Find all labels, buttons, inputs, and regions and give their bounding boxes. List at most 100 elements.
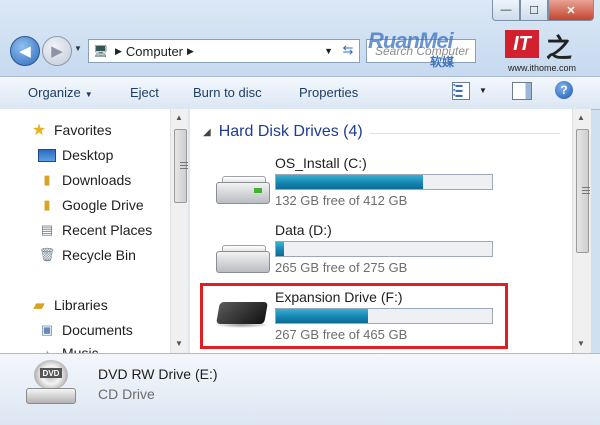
nav-item-recent-places[interactable]: ▤ Recent Places [38,222,152,238]
forward-button[interactable]: ▶ [42,36,72,66]
maximize-button[interactable]: ☐ [520,0,548,21]
address-dropdown-icon[interactable]: ▼ [324,46,333,56]
drive-usage-bar-d [275,241,493,257]
nav-item-desktop[interactable]: Desktop [38,147,113,163]
back-button[interactable]: ◀ [10,36,40,66]
scroll-up-icon[interactable]: ▲ [175,113,183,122]
dvd-logo: DVD [40,368,62,378]
recycle-bin-icon: 🗑 [38,247,56,262]
navigation-scrollbar[interactable]: ▲ ▼ [170,109,189,353]
caption-buttons: — ☐ ✕ [492,0,594,21]
grip-line [582,193,590,194]
eject-button[interactable]: Eject [130,85,159,100]
grip-line [582,190,590,191]
recent-places-icon: ▤ [40,222,54,237]
nav-item-label: Recent Places [62,222,153,238]
burn-to-disc-button[interactable]: Burn to disc [193,85,262,100]
ruanmei-watermark-sub: 软媒 [430,55,455,69]
group-header-label: Hard Disk Drives (4) [218,123,363,140]
content-scrollbar[interactable]: ▲ ▼ [572,109,591,353]
close-button[interactable]: ✕ [548,0,594,21]
arrow-right-icon: ▶ [51,43,63,60]
hdd-body [216,251,270,273]
ithome-logo-glyph: 之 [546,33,573,63]
drive-name-c[interactable]: OS_Install (C:) [275,155,367,171]
ithome-logo: IT [505,30,539,58]
drive-usage-fill [276,242,284,256]
drive-free-c: 132 GB free of 412 GB [275,193,408,208]
address-bar[interactable]: 🖥 ▶ Computer ▶ ▼ [88,39,360,63]
drive-usage-bar-c [275,174,493,190]
nav-item-documents[interactable]: ▣ Documents [38,322,133,338]
scrollbar-thumb[interactable] [174,129,188,203]
refresh-button[interactable]: ⇆ [338,39,358,61]
chevron-down-icon: ▼ [74,44,82,53]
change-view-icon[interactable]: ▪▬ ▪▬ ▪▬ [452,82,470,100]
grip-line [582,187,590,188]
ithome-url: www.ithome.com [508,63,577,73]
explorer-window: — ☐ ✕ ◀ ▶ ▼ 🖥 ▶ Computer ▶ ▼ ⇆ Search Co… [0,0,600,425]
desktop-icon [38,148,56,162]
navigation-pane: ★ Favorites Desktop ▮ Downloads ▮ Google… [0,109,188,353]
scrollbar-thumb[interactable] [576,129,590,253]
star-icon: ★ [31,122,47,139]
windows-logo-icon [254,188,262,193]
nav-item-label: Music [62,345,99,353]
drive-free-d: 265 GB free of 275 GB [275,260,408,275]
scroll-up-icon[interactable]: ▲ [577,113,585,122]
nav-item-downloads[interactable]: ▮ Downloads [38,172,131,188]
breadcrumb-computer[interactable]: Computer [126,44,183,59]
music-icon: ♪ [43,345,51,354]
details-item-name: DVD RW Drive (E:) [98,366,218,382]
group-header-hard-disk-drives[interactable]: ◢ Hard Disk Drives (4) [203,123,363,141]
nav-item-label: Desktop [62,147,114,163]
hard-drive-icon [216,245,270,273]
nav-item-label: Documents [62,322,133,338]
nav-item-label: Recycle Bin [62,247,136,263]
preview-pane-icon[interactable] [512,82,532,100]
chevron-down-icon: ◢ [203,126,211,138]
nav-item-favorites[interactable]: ★ Favorites [30,122,112,139]
command-bar: Organize ▼ Eject Burn to disc Properties [0,76,600,110]
downloads-folder-icon: ▮ [43,172,51,187]
grip-line [180,168,188,169]
details-item-type: CD Drive [98,386,155,402]
minimize-button[interactable]: — [492,0,520,21]
libraries-icon: ▰ [33,297,45,314]
arrow-left-icon: ◀ [19,43,31,60]
computer-icon: 🖥 [93,44,109,58]
grip-line [180,165,188,166]
group-divider [370,133,560,134]
scroll-down-icon[interactable]: ▼ [577,339,585,348]
documents-icon: ▣ [40,322,54,337]
nav-item-label: Libraries [54,297,108,313]
nav-item-label: Google Drive [62,197,144,213]
nav-item-label: Downloads [62,172,132,188]
nav-item-music[interactable]: ♪ Music [38,345,99,353]
highlight-box [200,283,508,349]
properties-button[interactable]: Properties [299,85,358,100]
grip-line [180,162,188,163]
chevron-down-icon: ▼ [84,90,93,99]
breadcrumb-chevron-icon[interactable]: ▶ [115,46,122,57]
nav-item-label: Favorites [54,122,112,138]
recent-pages-dropdown[interactable]: ▼ [74,44,82,53]
details-pane [0,353,600,425]
hard-drive-icon [216,176,270,204]
title-bar: — ☐ ✕ ◀ ▶ ▼ 🖥 ▶ Computer ▶ ▼ ⇆ Search Co… [0,0,600,76]
drive-usage-fill [276,175,423,189]
drive-name-d[interactable]: Data (D:) [275,222,332,238]
nav-item-recycle-bin[interactable]: 🗑 Recycle Bin [38,247,136,263]
organize-button[interactable]: Organize ▼ [28,85,93,100]
dvd-drive-icon: DVD [26,360,76,406]
nav-item-google-drive[interactable]: ▮ Google Drive [38,197,144,213]
refresh-icon: ⇆ [342,42,354,57]
organize-label: Organize [28,85,81,100]
scroll-down-icon[interactable]: ▼ [175,339,183,348]
view-dropdown-icon[interactable]: ▼ [479,86,487,95]
help-icon[interactable]: ? [555,81,573,99]
breadcrumb-chevron-icon[interactable]: ▶ [187,46,194,57]
nav-item-libraries[interactable]: ▰ Libraries [30,297,108,314]
google-drive-folder-icon: ▮ [43,197,51,212]
drive-tray [26,388,76,404]
